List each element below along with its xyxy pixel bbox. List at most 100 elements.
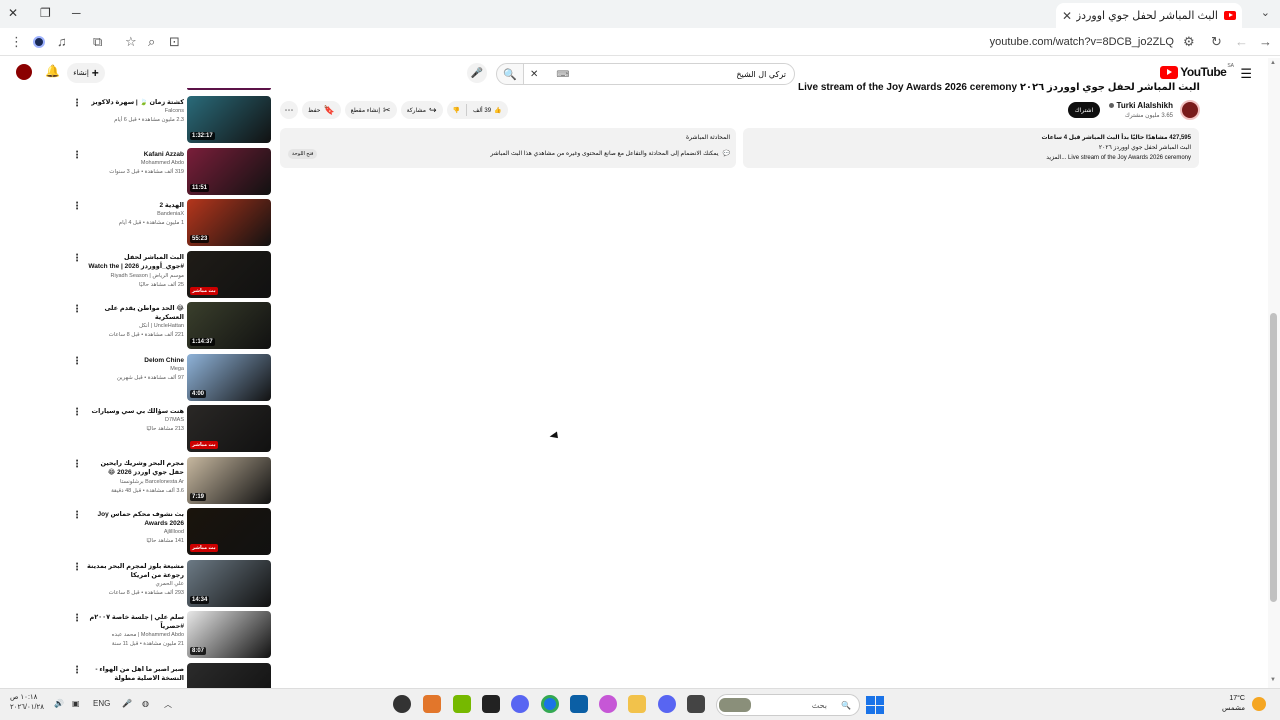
install-app-icon[interactable]: ⊡ xyxy=(169,34,180,50)
recommendation-item[interactable]: ⋮ مجرم البحر وشريك رايحين حفل جوي اوردز 2… xyxy=(62,456,274,505)
recommendation-item[interactable]: ⋮ بث نشوف محكم حماس Joy Awards 2026 Ajlill… xyxy=(62,508,274,556)
recommendation-item[interactable]: ⋮ مشيعة بلوز لمجرم البحر بمدينة رجوعة من … xyxy=(62,559,274,608)
chrome-app-icon[interactable] xyxy=(541,695,559,713)
item-menu-dots-icon[interactable]: ⋮ xyxy=(72,304,82,315)
recommendation-title[interactable]: الهدية 2 xyxy=(84,201,184,210)
start-button-icon[interactable] xyxy=(866,696,884,714)
item-menu-dots-icon[interactable]: ⋮ xyxy=(72,201,82,212)
save-button[interactable]: 🔖 حفظ xyxy=(302,101,341,119)
item-menu-dots-icon[interactable]: ⋮ xyxy=(72,407,82,418)
recommendation-thumbnail[interactable]: 11:51 xyxy=(187,147,271,195)
recommendation-item[interactable]: ⋮ كشتة زمان 🍃 | سهرة دلاكوبز Falcons 2.3 مل… xyxy=(62,96,274,144)
store-app-icon[interactable] xyxy=(570,695,588,713)
recommendation-title[interactable]: البث المباشر لحفل #جوي_أووردز 2026 | Wat… xyxy=(84,253,184,272)
search-button[interactable]: 🔍 xyxy=(496,63,524,85)
recommendation-title[interactable]: Kafani Azzab xyxy=(84,150,184,159)
recommendation-item[interactable]: ⋮ هنت سؤالك بي سي وسيارات D7MAS 213 مشاهد ح… xyxy=(62,405,274,453)
recommendation-item[interactable]: ⋮ سلم علي | جلسة خاصة ٢٠٠٧م #حصرياً Mohamm… xyxy=(62,611,274,659)
voice-search-button[interactable]: 🎤 xyxy=(467,63,487,83)
recommendation-thumbnail[interactable]: 7:19 xyxy=(187,456,271,504)
volume-icon[interactable]: 🔊 xyxy=(54,699,64,708)
recommendation-title[interactable]: هنت سؤالك بي سي وسيارات xyxy=(84,407,184,416)
keyboard-icon[interactable]: ⌨ xyxy=(556,69,569,80)
microphone-tray-icon[interactable]: 🎤 xyxy=(122,699,132,708)
tab-search-chevron-icon[interactable]: ⌄ xyxy=(1261,6,1270,19)
item-menu-dots-icon[interactable]: ⋮ xyxy=(72,613,82,624)
extensions-icon[interactable]: ⧉ xyxy=(93,34,102,50)
recommendation-title[interactable]: 😂 الحد مواطن يقدم على العسكرية xyxy=(84,304,184,322)
clear-search-icon[interactable]: ✕ xyxy=(530,69,538,80)
dislike-button[interactable]: 👎 xyxy=(447,107,466,114)
more-actions-button[interactable]: ⋯ xyxy=(280,101,298,119)
recommendation-thumbnail[interactable]: 4:00 xyxy=(187,353,271,401)
notifications-bell-icon[interactable]: 🔔 xyxy=(45,64,60,78)
reload-icon[interactable]: ↻ xyxy=(1211,34,1222,50)
subscribe-button[interactable]: اشتراك xyxy=(1068,102,1100,118)
share-button[interactable]: ↪ مشاركة xyxy=(400,101,443,119)
url-field[interactable]: youtube.com/watch?v=8DCB_jo2ZLQ xyxy=(990,36,1174,48)
search-input[interactable] xyxy=(569,69,794,79)
close-window-icon[interactable]: ✕ xyxy=(8,6,18,20)
obs-app-icon[interactable] xyxy=(393,695,411,713)
forward-icon[interactable]: ← xyxy=(1235,34,1248,49)
zoom-icon[interactable]: ⌕ xyxy=(148,34,155,50)
security-tray-icon[interactable]: ◍ xyxy=(142,699,149,708)
recommendation-thumbnail[interactable]: بث مباشر xyxy=(187,405,271,452)
recommendation-thumbnail[interactable] xyxy=(187,662,271,688)
recommendation-thumbnail[interactable]: 1:14:37 xyxy=(187,302,271,349)
channel-avatar[interactable] xyxy=(1180,100,1200,120)
youtube-logo[interactable]: YouTube SA xyxy=(1160,63,1234,79)
open-chat-button[interactable]: فتح اللوحة xyxy=(288,149,318,159)
scroll-up-arrow-icon[interactable]: ▲ xyxy=(1270,60,1276,66)
clip-button[interactable]: ✂ إنشاء مقطع xyxy=(344,101,397,119)
weather-widget[interactable]: 17°C مشمس xyxy=(1222,694,1245,714)
item-menu-dots-icon[interactable]: ⋮ xyxy=(72,253,82,264)
nvidia-app-icon[interactable] xyxy=(453,695,471,713)
site-info-icon[interactable]: ⚙ xyxy=(1183,34,1195,50)
recommendation-title[interactable]: كشتة زمان 🍃 | سهرة دلاكوبز xyxy=(84,98,184,107)
file-explorer-icon[interactable] xyxy=(628,695,646,713)
recommendation-title[interactable]: مجرم البحر وشريك رايحين حفل جوي اوردز 20… xyxy=(84,459,184,478)
recommendation-title[interactable]: مشيعة بلوز لمجرم البحر بمدينة رجوعة من ا… xyxy=(84,562,184,580)
discord-app-icon[interactable] xyxy=(511,695,529,713)
restore-window-icon[interactable]: ❐ xyxy=(40,6,51,20)
recommendation-thumbnail[interactable]: 8:07 xyxy=(187,611,271,658)
recommendation-title[interactable]: سلم علي | جلسة خاصة ٢٠٠٧م #حصرياً xyxy=(84,613,184,631)
item-menu-dots-icon[interactable]: ⋮ xyxy=(72,98,82,109)
back-icon[interactable]: → xyxy=(1259,34,1272,49)
taskbar-clock[interactable]: ١٠:١٨ ص ٢٠٢٦/٠١/٢٨ xyxy=(10,693,44,713)
recommendation-item[interactable]: ⋮ Delom Chine Mega 97 ألف مشاهدة • قبل شهري… xyxy=(62,353,274,402)
recommendation-item[interactable]: ⋮ Kafani Azzab Mohammed Abdo 319 ألف مشاهدة… xyxy=(62,147,274,196)
recommendation-thumbnail[interactable]: بث مباشر xyxy=(187,250,271,298)
item-menu-dots-icon[interactable]: ⋮ xyxy=(72,150,82,161)
recommendation-thumbnail[interactable]: 1:32:17 xyxy=(187,96,271,143)
recommendation-item[interactable]: ⋮ الهدية 2 BandeniaX 1 مليون مشاهدة • قبل 4… xyxy=(62,199,274,247)
media-app-icon[interactable] xyxy=(482,695,500,713)
item-menu-dots-icon[interactable]: ⋮ xyxy=(72,356,82,367)
taskbar-search[interactable]: بحث 🔍 xyxy=(716,694,860,716)
description-box[interactable]: 427,595 مشاهدًا حاليًا بدأ البث المباشر … xyxy=(743,128,1199,168)
item-menu-dots-icon[interactable]: ⋮ xyxy=(72,562,82,573)
recommendation-thumbnail[interactable]: 55:23 xyxy=(187,199,271,246)
recommendation-title[interactable]: بث نشوف محكم حماس Joy Awards 2026 xyxy=(84,510,184,528)
scroll-down-arrow-icon[interactable]: ▼ xyxy=(1270,677,1276,683)
media-control-icon[interactable]: ♫ xyxy=(57,34,67,49)
network-icon[interactable]: ▣ xyxy=(72,699,80,708)
account-avatar[interactable] xyxy=(16,64,32,80)
recommendation-title[interactable]: صبر اصبر ما اهل من الهواء - النسخة الاصل… xyxy=(84,665,184,683)
create-button[interactable]: إنشاء + xyxy=(67,63,105,83)
tab-close-icon[interactable]: ✕ xyxy=(1062,9,1072,23)
item-menu-dots-icon[interactable]: ⋮ xyxy=(72,665,82,676)
minimize-window-icon[interactable]: ─ xyxy=(72,6,81,20)
discord-canary-app-icon[interactable] xyxy=(658,695,676,713)
recommendation-thumbnail[interactable]: بث مباشر xyxy=(187,508,271,555)
profile-extension-icon[interactable] xyxy=(33,36,45,48)
like-button[interactable]: 👍 39 ألف xyxy=(467,107,508,114)
show-hidden-icons-chevron-icon[interactable]: ︿ xyxy=(164,699,172,710)
item-menu-dots-icon[interactable]: ⋮ xyxy=(72,510,82,521)
item-menu-dots-icon[interactable]: ⋮ xyxy=(72,459,82,470)
recommendation-thumbnail[interactable]: 14:34 xyxy=(187,559,271,607)
terminal-app-icon[interactable] xyxy=(687,695,705,713)
language-indicator[interactable]: ENG xyxy=(93,699,110,708)
menu-dots-icon[interactable]: ⋮ xyxy=(10,34,23,50)
